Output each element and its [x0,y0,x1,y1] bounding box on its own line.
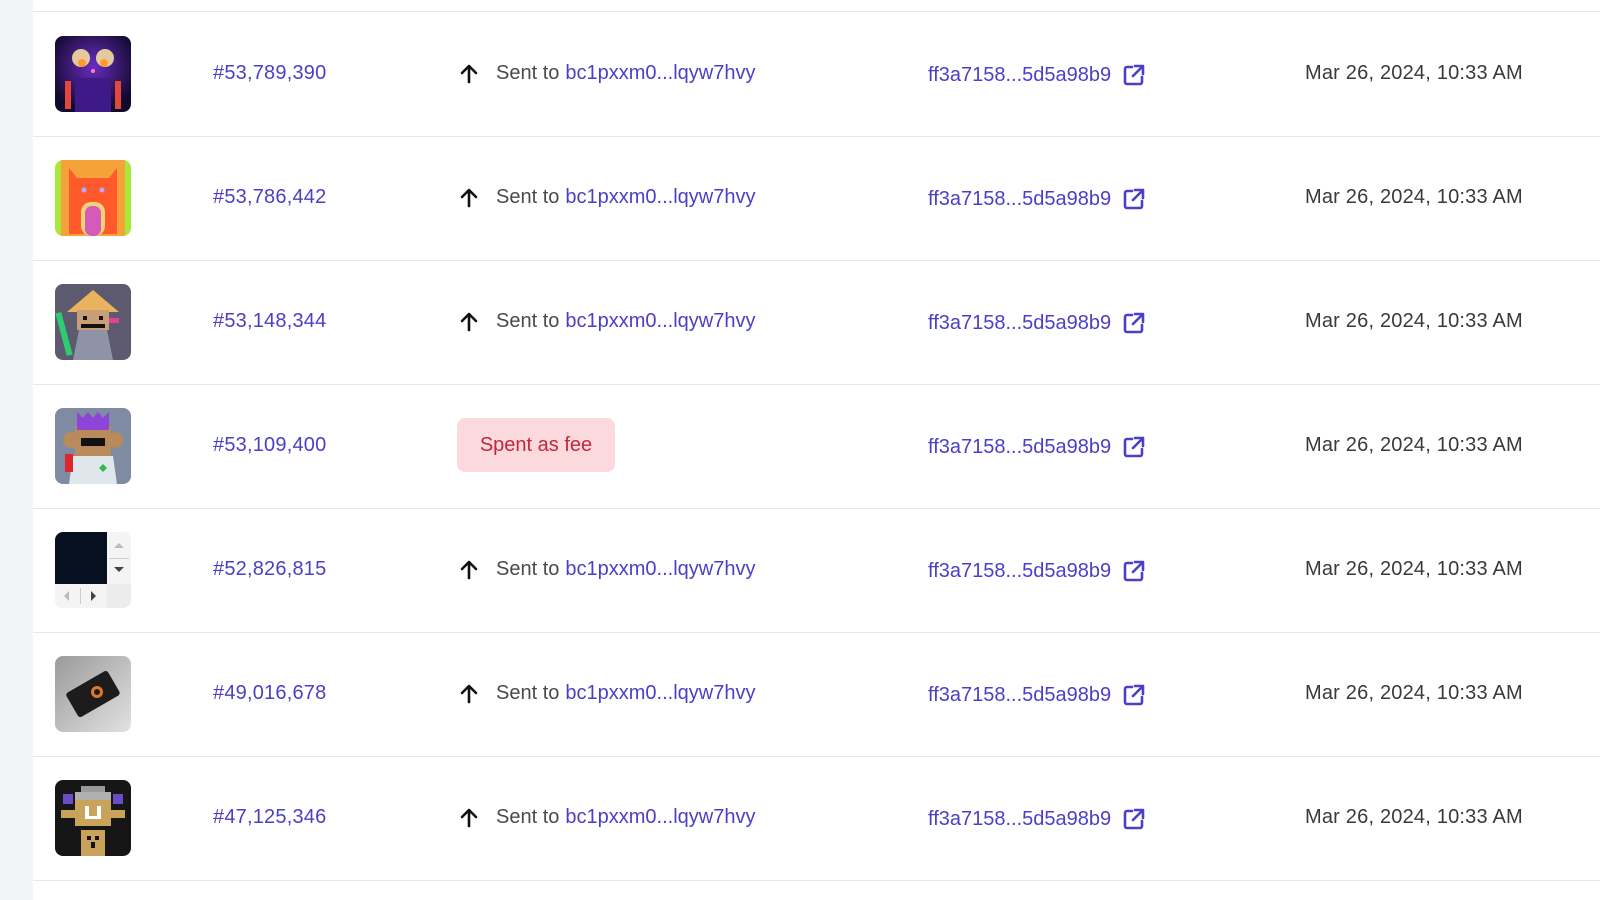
table-row: #52,826,815 Sent to bc1pxxm0...lqyw7hvy … [33,508,1600,633]
arrow-up-icon [460,312,478,331]
txid-text: ff3a7158...5d5a98b9 [928,311,1112,334]
table-row: #47,125,346 Sent to bc1pxxm0...lqyw7hvy … [33,756,1600,881]
timestamp: Mar 26, 2024, 10:33 AM [1305,186,1523,208]
arrow-up-icon [460,560,478,579]
sent-to-label: Sent to [496,682,560,704]
external-link-icon[interactable] [1121,806,1147,832]
activity-sent: Sent to bc1pxxm0...lqyw7hvy [458,62,755,85]
inscription-number-link[interactable]: #49,016,678 [213,682,326,705]
table-row: #53,148,344 Sent to bc1pxxm0...lqyw7hvy … [33,260,1600,385]
table-row: #53,786,442 Sent to bc1pxxm0...lqyw7hvy … [33,136,1600,261]
activity-sent: Sent to bc1pxxm0...lqyw7hvy [458,310,755,333]
inscription-number-link[interactable]: #53,786,442 [213,186,326,209]
timestamp: Mar 26, 2024, 10:33 AM [1305,682,1523,704]
timestamp: Mar 26, 2024, 10:33 AM [1305,310,1523,332]
txid-text: ff3a7158...5d5a98b9 [928,683,1112,706]
sent-to-label: Sent to [496,310,560,332]
table-row: #49,016,678 Sent to bc1pxxm0...lqyw7hvy … [33,632,1600,757]
transaction-id-link[interactable]: ff3a7158...5d5a98b9 [928,434,1147,460]
recipient-address-link[interactable]: bc1pxxm0...lqyw7hvy [565,62,755,85]
arrow-up-icon [460,808,478,827]
external-link-icon[interactable] [1121,682,1147,708]
pixel-monk-inscription-image[interactable] [55,284,131,360]
pixel-robot-inscription-image[interactable] [55,780,131,856]
txid-text: ff3a7158...5d5a98b9 [928,807,1112,830]
transaction-id-link[interactable]: ff3a7158...5d5a98b9 [928,310,1147,336]
transaction-id-link[interactable]: ff3a7158...5d5a98b9 [928,558,1147,584]
timestamp: Mar 26, 2024, 10:33 AM [1305,434,1523,456]
activity-sent: Sent to bc1pxxm0...lqyw7hvy [458,558,755,581]
timestamp: Mar 26, 2024, 10:33 AM [1305,62,1523,84]
recipient-address-link[interactable]: bc1pxxm0...lqyw7hvy [565,558,755,581]
txid-text: ff3a7158...5d5a98b9 [928,187,1112,210]
activity-sent: Sent to bc1pxxm0...lqyw7hvy [458,682,755,705]
external-link-icon[interactable] [1121,310,1147,336]
black-card-inscription-image[interactable] [55,656,131,732]
spent-as-fee-badge: Spent as fee [457,418,615,472]
recipient-address-link[interactable]: bc1pxxm0...lqyw7hvy [565,682,755,705]
table-row: #53,789,390 Sent to bc1pxxm0...lqyw7hvy … [33,12,1600,137]
external-link-icon[interactable] [1121,62,1147,88]
arrow-up-icon [460,684,478,703]
pixel-monkey-inscription-image[interactable] [55,408,131,484]
recipient-address-link[interactable]: bc1pxxm0...lqyw7hvy [565,186,755,209]
recipient-address-link[interactable]: bc1pxxm0...lqyw7hvy [565,806,755,829]
arrow-up-icon [460,64,478,83]
sent-to-label: Sent to [496,806,560,828]
inscription-number-link[interactable]: #53,109,400 [213,434,326,457]
inscription-number-link[interactable]: #53,789,390 [213,62,326,85]
sent-to-label: Sent to [496,186,560,208]
txid-text: ff3a7158...5d5a98b9 [928,63,1112,86]
inscription-number-link[interactable]: #53,148,344 [213,310,326,333]
timestamp: Mar 26, 2024, 10:33 AM [1305,806,1523,828]
arrow-up-icon [460,188,478,207]
table-row: #53,109,400 Spent as fee ff3a7158...5d5a… [33,384,1600,509]
transaction-id-link[interactable]: ff3a7158...5d5a98b9 [928,806,1147,832]
external-link-icon[interactable] [1121,186,1147,212]
txid-text: ff3a7158...5d5a98b9 [928,559,1112,582]
inscription-number-link[interactable]: #52,826,815 [213,558,326,581]
activity-sent: Sent to bc1pxxm0...lqyw7hvy [458,186,755,209]
txid-text: ff3a7158...5d5a98b9 [928,435,1112,458]
orange-cat-inscription-image[interactable] [55,160,131,236]
scrollable-frame-inscription-image[interactable] [55,532,131,608]
transaction-id-link[interactable]: ff3a7158...5d5a98b9 [928,682,1147,708]
neon-cat-inscription-image[interactable] [55,36,131,112]
transaction-id-link[interactable]: ff3a7158...5d5a98b9 [928,186,1147,212]
transaction-id-link[interactable]: ff3a7158...5d5a98b9 [928,62,1147,88]
external-link-icon[interactable] [1121,558,1147,584]
recipient-address-link[interactable]: bc1pxxm0...lqyw7hvy [565,310,755,333]
activity-sent: Sent to bc1pxxm0...lqyw7hvy [458,806,755,829]
sent-to-label: Sent to [496,62,560,84]
external-link-icon[interactable] [1121,434,1147,460]
inscription-number-link[interactable]: #47,125,346 [213,806,326,829]
timestamp: Mar 26, 2024, 10:33 AM [1305,558,1523,580]
sent-to-label: Sent to [496,558,560,580]
activity-table: #53,789,390 Sent to bc1pxxm0...lqyw7hvy … [33,0,1600,900]
